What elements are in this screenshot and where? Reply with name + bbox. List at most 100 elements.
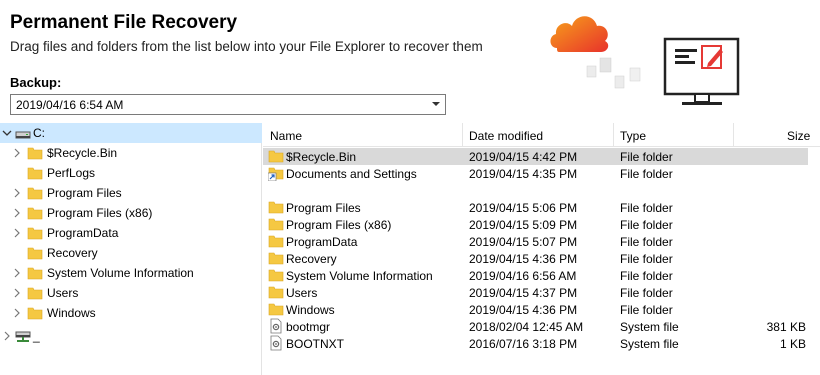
system-file-icon xyxy=(270,335,282,351)
chevron-right-icon[interactable] xyxy=(12,308,22,318)
tree-item-label: ProgramData xyxy=(47,226,119,240)
chevron-right-icon[interactable] xyxy=(12,148,22,158)
tree-item-label: System Volume Information xyxy=(47,266,194,280)
file-date: 2019/04/15 4:35 PM xyxy=(469,167,578,181)
system-file-icon xyxy=(270,318,282,334)
file-type: File folder xyxy=(620,303,673,317)
folder-icon xyxy=(268,303,284,316)
file-date: 2019/04/15 4:42 PM xyxy=(469,150,578,164)
tree-item-recycle-bin[interactable]: $Recycle.Bin xyxy=(0,143,262,163)
tree-item-network-drive[interactable]: _ xyxy=(0,326,262,346)
file-row-bootnxt[interactable]: BOOTNXT 2016/07/16 3:18 PM System file 1… xyxy=(263,335,820,352)
file-type: File folder xyxy=(620,218,673,232)
folder-icon xyxy=(27,147,43,160)
chevron-down-icon[interactable] xyxy=(427,95,445,114)
backup-select-value: 2019/04/16 6:54 AM xyxy=(16,98,124,112)
drive-icon xyxy=(15,131,31,139)
backup-label: Backup: xyxy=(10,75,62,90)
tree-item-label: Windows xyxy=(47,306,96,320)
file-row-program-files-x86[interactable]: Program Files (x86) 2019/04/15 5:09 PM F… xyxy=(263,216,820,233)
recovery-illustration-icon xyxy=(550,16,740,105)
column-divider[interactable] xyxy=(613,123,614,147)
folder-icon xyxy=(27,247,43,260)
file-list[interactable]: Name Date modified Type Size $Recycle.Bi… xyxy=(263,123,820,375)
file-date: 2019/04/16 6:56 AM xyxy=(469,269,577,283)
chevron-right-icon[interactable] xyxy=(12,208,22,218)
file-row-users[interactable]: Users 2019/04/15 4:37 PM File folder xyxy=(263,284,820,301)
tree-item-recovery[interactable]: Recovery xyxy=(0,243,262,263)
folder-icon xyxy=(27,187,43,200)
folder-icon xyxy=(27,307,43,320)
page-subtitle: Drag files and folders from the list bel… xyxy=(10,39,483,54)
chevron-right-icon[interactable] xyxy=(12,268,22,278)
file-name: Users xyxy=(286,286,318,300)
shortcut-icon xyxy=(268,167,284,181)
folder-icon xyxy=(27,267,43,280)
chevron-right-icon[interactable] xyxy=(12,288,22,298)
file-date: 2019/04/15 4:36 PM xyxy=(469,303,578,317)
folder-icon xyxy=(27,167,43,180)
folder-icon xyxy=(268,218,284,231)
file-row-recovery[interactable]: Recovery 2019/04/15 4:36 PM File folder xyxy=(263,250,820,267)
file-row-windows[interactable]: Windows 2019/04/15 4:36 PM File folder xyxy=(263,301,820,318)
tree-item-label: $Recycle.Bin xyxy=(47,146,118,160)
tree-item-label: _ xyxy=(33,329,40,343)
column-header-name[interactable]: Name xyxy=(270,129,302,143)
chevron-right-icon[interactable] xyxy=(2,331,12,341)
folder-tree[interactable]: C: $Recycle.Bin PerfLogs Program Files P… xyxy=(0,123,262,375)
tree-item-perflogs[interactable]: PerfLogs xyxy=(0,163,262,183)
file-date: 2019/04/15 4:36 PM xyxy=(469,252,578,266)
tree-item-c-drive[interactable]: C: xyxy=(0,123,262,143)
tree-item-label: PerfLogs xyxy=(47,166,96,180)
file-name: BOOTNXT xyxy=(286,337,345,351)
file-date: 2019/04/15 5:09 PM xyxy=(469,218,578,232)
folder-icon xyxy=(268,150,284,163)
file-row-program-files[interactable]: Program Files 2019/04/15 5:06 PM File fo… xyxy=(263,199,820,216)
file-row-documents-and-settings[interactable]: Documents and Settings 2019/04/15 4:35 P… xyxy=(263,165,820,182)
file-name: Windows xyxy=(286,303,335,317)
tree-item-label: Program Files (x86) xyxy=(47,206,153,220)
file-row-programdata[interactable]: ProgramData 2019/04/15 5:07 PM File fold… xyxy=(263,233,820,250)
chevron-down-icon[interactable] xyxy=(2,128,12,138)
column-header-date[interactable]: Date modified xyxy=(469,129,543,143)
file-date: 2019/04/15 5:06 PM xyxy=(469,201,578,215)
folder-icon xyxy=(268,269,284,282)
folder-icon xyxy=(268,201,284,214)
column-header-type[interactable]: Type xyxy=(620,129,646,143)
file-name: Recovery xyxy=(286,252,337,266)
folder-icon xyxy=(27,207,43,220)
folder-icon xyxy=(268,252,284,265)
page-title: Permanent File Recovery xyxy=(10,12,238,33)
chevron-right-icon[interactable] xyxy=(12,188,22,198)
file-name: bootmgr xyxy=(286,320,331,334)
file-row-system-volume-information[interactable]: System Volume Information 2019/04/16 6:5… xyxy=(263,267,820,284)
folder-icon xyxy=(268,235,284,248)
file-name: ProgramData xyxy=(286,235,358,249)
tree-item-windows[interactable]: Windows xyxy=(0,303,262,323)
file-type: File folder xyxy=(620,201,673,215)
tree-item-label: C: xyxy=(33,126,45,140)
file-size: 381 KB xyxy=(766,320,806,334)
file-name: Program Files xyxy=(286,201,361,215)
list-header: Name Date modified Type Size xyxy=(263,123,820,147)
column-divider[interactable] xyxy=(462,123,463,147)
column-divider[interactable] xyxy=(733,123,734,147)
backup-select[interactable]: 2019/04/16 6:54 AM xyxy=(10,94,446,115)
file-type: File folder xyxy=(620,269,673,283)
tree-item-program-files[interactable]: Program Files xyxy=(0,183,262,203)
tree-item-program-files-x86[interactable]: Program Files (x86) xyxy=(0,203,262,223)
tree-item-users[interactable]: Users xyxy=(0,283,262,303)
file-type: System file xyxy=(620,320,679,334)
column-header-size[interactable]: Size xyxy=(787,129,810,143)
file-date: 2019/04/15 4:37 PM xyxy=(469,286,578,300)
folder-icon xyxy=(27,227,43,240)
tree-item-system-volume-information[interactable]: System Volume Information xyxy=(0,263,262,283)
file-size: 1 KB xyxy=(779,337,806,351)
file-type: File folder xyxy=(620,252,673,266)
network-drive-icon xyxy=(15,331,31,342)
folder-icon xyxy=(268,286,284,299)
tree-item-programdata[interactable]: ProgramData xyxy=(0,223,262,243)
file-row-bootmgr[interactable]: bootmgr 2018/02/04 12:45 AM System file … xyxy=(263,318,820,335)
file-row-recycle-bin[interactable]: $Recycle.Bin 2019/04/15 4:42 PM File fol… xyxy=(263,148,808,165)
chevron-right-icon[interactable] xyxy=(12,228,22,238)
